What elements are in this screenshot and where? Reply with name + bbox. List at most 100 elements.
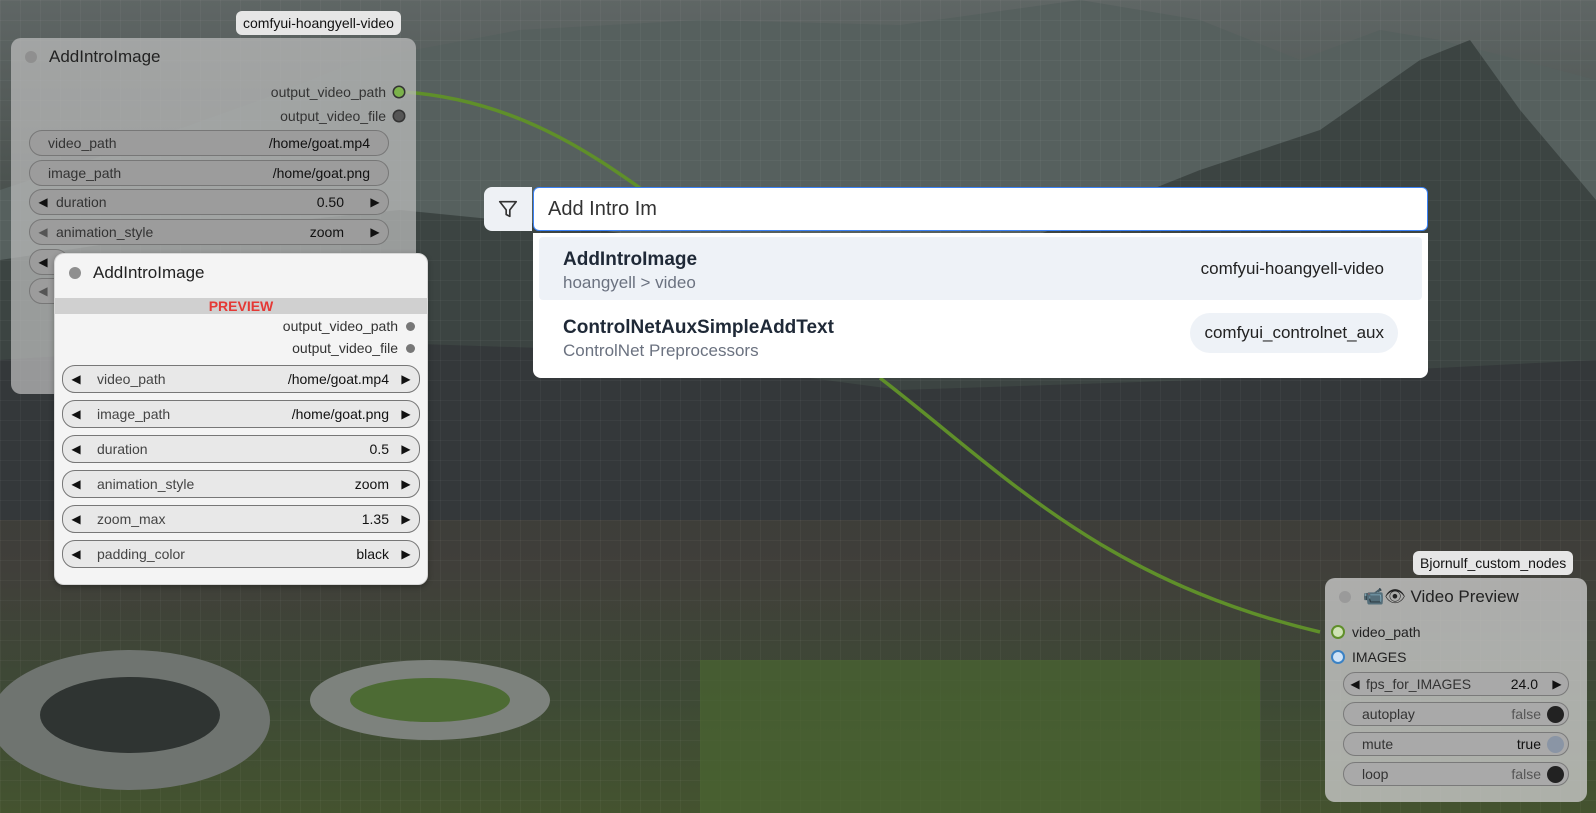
widget-label: video_path: [48, 135, 117, 151]
widget-value: black: [356, 546, 389, 562]
widget-value: /home/goat.png: [291, 406, 389, 422]
increment-arrow-icon[interactable]: ▶: [362, 225, 388, 239]
widget-label: image_path: [97, 406, 171, 422]
node-title: AddIntroImage: [93, 263, 205, 282]
output-port[interactable]: [394, 111, 404, 121]
decrement-arrow-icon[interactable]: ◀: [63, 547, 89, 561]
widget-label: autoplay: [1362, 706, 1415, 722]
input-row[interactable]: video_path: [1333, 624, 1421, 640]
result-package: comfyui_controlnet_aux: [1190, 313, 1398, 353]
widget-image-path[interactable]: ◀ image_path /home/goat.png ▶: [62, 400, 420, 428]
widget-value: true: [1516, 736, 1541, 752]
increment-arrow-icon[interactable]: ▶: [362, 195, 388, 209]
toggle-off-indicator[interactable]: [1547, 705, 1564, 723]
widget-duration[interactable]: ◀ duration 0.5 ▶: [62, 435, 420, 463]
increment-arrow-icon[interactable]: ▶: [393, 512, 419, 526]
increment-arrow-icon[interactable]: ▶: [393, 372, 419, 386]
increment-arrow-icon[interactable]: ▶: [393, 442, 419, 456]
widget-value: zoom: [309, 224, 344, 240]
decrement-arrow-icon[interactable]: ◀: [30, 255, 56, 269]
decrement-arrow-icon[interactable]: ◀: [63, 372, 89, 386]
output-port[interactable]: [394, 87, 404, 97]
input-label: video_path: [1352, 624, 1421, 640]
widget-duration[interactable]: ◀ duration 0.50 ▶: [29, 189, 389, 215]
node-title-bar[interactable]: AddIntroImage: [11, 38, 416, 76]
increment-arrow-icon[interactable]: ▶: [1546, 677, 1568, 691]
toggle-mute[interactable]: mute true: [1343, 732, 1569, 756]
widget-value: 0.5: [369, 441, 389, 457]
widget-value: zoom: [354, 476, 389, 492]
widget-label: padding_color: [97, 546, 185, 562]
search-result-item[interactable]: ControlNetAuxSimpleAddText ControlNet Pr…: [539, 305, 1422, 371]
widget-animation-style[interactable]: ◀ animation_style zoom ▶: [62, 470, 420, 498]
input-port[interactable]: [1333, 652, 1343, 662]
result-name: ControlNetAuxSimpleAddText: [563, 317, 834, 338]
increment-arrow-icon[interactable]: ▶: [393, 477, 419, 491]
result-package: comfyui-hoangyell-video: [1200, 259, 1384, 278]
widget-value: false: [1511, 706, 1541, 722]
decrement-arrow-icon[interactable]: ◀: [30, 195, 56, 209]
widget-value: 1.35: [361, 511, 389, 527]
node-collapse-dot[interactable]: [25, 51, 37, 63]
video-preview-node[interactable]: 📹👁 Video Preview video_path IMAGES ◀ fps…: [1325, 578, 1587, 802]
node-title: 📹👁 Video Preview: [1363, 587, 1519, 606]
toggle-off-indicator[interactable]: [1547, 765, 1564, 783]
toggle-on-indicator[interactable]: [1547, 735, 1564, 753]
widget-label: zoom_max: [97, 511, 166, 527]
node-title: AddIntroImage: [49, 47, 161, 66]
decrement-arrow-icon[interactable]: ◀: [63, 512, 89, 526]
search-result-item[interactable]: AddIntroImage hoangyell > video comfyui-…: [539, 237, 1422, 300]
input-label: IMAGES: [1352, 649, 1407, 665]
widget-label: animation_style: [97, 476, 195, 492]
widget-label: video_path: [97, 371, 166, 387]
widget-fps-for-images[interactable]: ◀ fps_for_IMAGES 24.0 ▶: [1343, 672, 1569, 696]
widget-video-path[interactable]: video_path /home/goat.mp4: [29, 130, 389, 156]
filter-icon: [498, 200, 518, 218]
widget-label: image_path: [48, 165, 122, 181]
input-row[interactable]: IMAGES: [1333, 649, 1406, 665]
decrement-arrow-icon[interactable]: ◀: [1344, 677, 1366, 691]
result-category: hoangyell > video: [563, 273, 696, 292]
widget-animation-style[interactable]: ◀ animation_style zoom ▶: [29, 219, 389, 245]
increment-arrow-icon[interactable]: ▶: [393, 407, 419, 421]
decrement-arrow-icon[interactable]: ◀: [30, 225, 56, 239]
node-collapse-dot[interactable]: [69, 267, 81, 279]
widget-value: /home/goat.png: [272, 165, 370, 181]
widget-label: animation_style: [56, 224, 154, 240]
node-title-bar[interactable]: AddIntroImage: [55, 254, 427, 292]
node-collapse-dot[interactable]: [1339, 591, 1351, 603]
output-port[interactable]: [406, 321, 415, 331]
search-results-list: AddIntroImage hoangyell > video comfyui-…: [533, 233, 1428, 378]
filter-button[interactable]: [484, 187, 532, 231]
toggle-autoplay[interactable]: autoplay false: [1343, 702, 1569, 726]
widget-zoom-max[interactable]: ◀ zoom_max 1.35 ▶: [62, 505, 420, 533]
output-port[interactable]: [406, 343, 415, 353]
widget-video-path[interactable]: ◀ video_path /home/goat.mp4 ▶: [62, 365, 420, 393]
input-port[interactable]: [1333, 627, 1343, 637]
output-row[interactable]: output_video_path: [271, 84, 404, 100]
output-label: output_video_file: [292, 340, 398, 356]
decrement-arrow-icon[interactable]: ◀: [63, 477, 89, 491]
widget-value: 24.0: [1510, 676, 1538, 692]
widget-label: loop: [1362, 766, 1389, 782]
toggle-loop[interactable]: loop false: [1343, 762, 1569, 786]
output-row[interactable]: output_video_file: [292, 340, 415, 356]
preview-label: PREVIEW: [55, 298, 427, 314]
output-label: output_video_file: [280, 108, 386, 124]
node-title-bar[interactable]: 📹👁 Video Preview: [1325, 578, 1587, 616]
increment-arrow-icon[interactable]: ▶: [393, 547, 419, 561]
widget-padding-color[interactable]: ◀ padding_color black ▶: [62, 540, 420, 568]
decrement-arrow-icon[interactable]: ◀: [63, 442, 89, 456]
result-name: AddIntroImage: [563, 249, 698, 270]
add-intro-image-node-preview[interactable]: AddIntroImage PREVIEW output_video_path …: [54, 253, 428, 585]
widget-value: false: [1511, 766, 1541, 782]
node-package-badge: Bjornulf_custom_nodes: [1413, 551, 1574, 575]
decrement-arrow-icon[interactable]: ◀: [30, 284, 56, 298]
widget-value: /home/goat.mp4: [268, 135, 370, 151]
decrement-arrow-icon[interactable]: ◀: [63, 407, 89, 421]
widget-image-path[interactable]: image_path /home/goat.png: [29, 160, 389, 186]
output-row[interactable]: output_video_file: [280, 108, 404, 124]
widget-value: 0.50: [316, 194, 344, 210]
node-search-input[interactable]: Add Intro Im: [533, 187, 1428, 231]
output-row[interactable]: output_video_path: [283, 318, 415, 334]
